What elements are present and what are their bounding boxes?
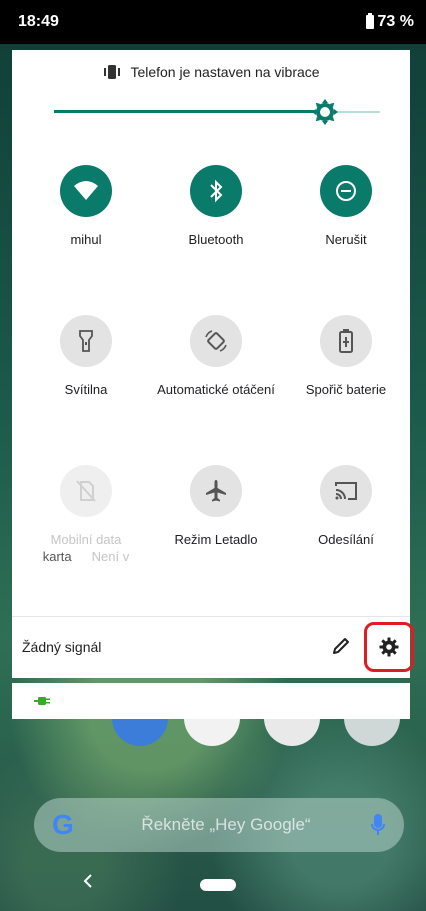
auto-rotate-icon xyxy=(205,330,227,352)
battery-icon xyxy=(365,13,374,29)
brightness-slider[interactable] xyxy=(54,99,380,125)
signal-status: Žádný signál xyxy=(22,639,102,655)
quick-settings-panel: Telefon je nastaven na vibrace mihul Blu… xyxy=(12,50,414,678)
tile-label: Spořič baterie xyxy=(305,382,387,397)
status-bar: 18:49 73 % xyxy=(0,0,426,44)
sim-status-right: Není v xyxy=(91,549,130,564)
tile-cast[interactable]: Odesílání xyxy=(286,465,406,548)
tile-label: Svítilna xyxy=(64,382,108,397)
battery-indicator: 73 % xyxy=(365,13,414,31)
vibrate-status[interactable]: Telefon je nastaven na vibrace xyxy=(12,64,410,80)
edit-icon[interactable] xyxy=(330,635,352,657)
tile-label: Automatické otáčení xyxy=(157,382,275,397)
tile-mobile-data-button[interactable] xyxy=(60,465,112,517)
tile-bluetooth[interactable]: Bluetooth xyxy=(156,165,276,248)
flashlight-icon xyxy=(79,330,93,352)
tile-label: Odesílání xyxy=(318,532,374,547)
nav-home-button[interactable] xyxy=(200,879,236,891)
tile-wifi-button[interactable] xyxy=(60,165,112,217)
tile-auto-rotate-button[interactable] xyxy=(190,315,242,367)
notification-strip[interactable] xyxy=(12,683,410,719)
charging-plug-icon xyxy=(34,697,50,705)
tile-auto-rotate[interactable]: Automatické otáčení xyxy=(156,315,276,398)
tile-cast-button[interactable] xyxy=(320,465,372,517)
bluetooth-icon xyxy=(210,179,223,203)
brightness-fill xyxy=(54,110,325,113)
tile-wifi[interactable]: mihul xyxy=(26,165,146,248)
mobile-data-off-icon xyxy=(76,480,96,502)
tile-label: Bluetooth xyxy=(188,232,244,247)
tile-label: Nerušit xyxy=(325,232,367,247)
tile-battery-saver-button[interactable] xyxy=(320,315,372,367)
tile-battery-saver[interactable]: Spořič baterie xyxy=(286,315,406,398)
cast-icon xyxy=(335,482,357,500)
tile-flashlight[interactable]: Svítilna xyxy=(26,315,146,398)
settings-button[interactable] xyxy=(364,622,414,672)
tile-flashlight-button[interactable] xyxy=(60,315,112,367)
search-hint: Řekněte „Hey Google“ xyxy=(141,815,311,834)
tile-airplane-mode[interactable]: Režim Letadlo xyxy=(156,465,276,548)
google-search-bar[interactable]: G Řekněte „Hey Google“ xyxy=(34,798,404,852)
tile-label: Režim Letadlo xyxy=(174,532,258,547)
tile-do-not-disturb[interactable]: Nerušit xyxy=(286,165,406,248)
nav-back-icon[interactable] xyxy=(80,873,96,889)
tile-label: mihul xyxy=(70,232,102,247)
tile-airplane-mode-button[interactable] xyxy=(190,465,242,517)
vibrate-icon xyxy=(104,65,121,79)
vibrate-text: Telefon je nastaven na vibrace xyxy=(130,64,320,80)
gear-icon xyxy=(379,637,399,657)
airplane-icon xyxy=(206,480,226,502)
sim-status-left: karta xyxy=(42,549,72,564)
tile-mobile-data[interactable]: Mobilní data karta Není v xyxy=(26,465,146,565)
do-not-disturb-icon xyxy=(336,181,356,201)
battery-saver-icon xyxy=(339,329,353,353)
clock: 18:49 xyxy=(18,13,59,30)
sim-status: karta Není v xyxy=(26,548,146,565)
brightness-thumb-icon[interactable] xyxy=(311,98,339,126)
tile-bluetooth-button[interactable] xyxy=(190,165,242,217)
tile-label: Mobilní data xyxy=(50,532,122,547)
wifi-icon xyxy=(74,181,98,200)
microphone-icon[interactable] xyxy=(370,813,386,837)
footer-divider xyxy=(12,616,410,617)
battery-percent: 73 % xyxy=(377,13,414,30)
tile-do-not-disturb-button[interactable] xyxy=(320,165,372,217)
google-logo-icon: G xyxy=(52,809,74,840)
